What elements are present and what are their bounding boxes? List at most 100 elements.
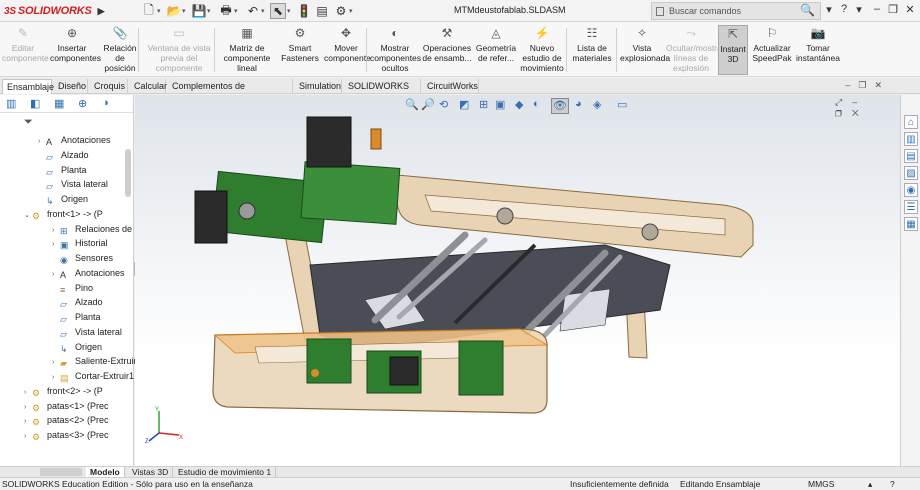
tab-dise-o[interactable]: Diseño xyxy=(54,79,88,94)
tab-circuitworks[interactable]: CircuitWorks xyxy=(423,79,479,94)
tree-item[interactable]: ▱ Alzado xyxy=(38,148,89,162)
tree-item[interactable]: › A Anotaciones xyxy=(38,133,111,147)
feature-manager-tab-icon[interactable]: ▥ xyxy=(6,97,16,110)
rebuild-icon[interactable]: 🚦 xyxy=(296,3,312,19)
new-document-icon[interactable]: 🗋 xyxy=(141,3,157,19)
cmd-geometria-referencia-button[interactable]: ◬ Geometría de refer... xyxy=(474,25,518,75)
tree-item[interactable]: ↳ Origen xyxy=(52,340,102,354)
dim-expert-tab-icon[interactable]: ⊕ xyxy=(78,97,87,110)
tree-item[interactable]: › ⊞ Relaciones de p xyxy=(52,222,140,236)
tree-item[interactable]: › ▰ Saliente-Extruir xyxy=(52,354,137,368)
cmd-matriz-componente-lineal-button[interactable]: ▦ Matriz de componente lineal xyxy=(218,25,276,75)
tree-item[interactable]: ⌄ ⚙ front<1> -> (P xyxy=(24,207,103,221)
solidworks-logo[interactable]: 3S SOLIDWORKS ▶ xyxy=(4,3,105,19)
tab-simulation[interactable]: Simulation xyxy=(295,79,342,94)
open-dropdown-icon[interactable]: ▾ xyxy=(182,7,188,15)
home-icon[interactable]: ⌂ xyxy=(904,115,918,129)
tree-item[interactable]: ◉ Sensores xyxy=(52,251,113,265)
origin-icon: ↳ xyxy=(46,196,54,206)
menu-arrow-icon[interactable]: ▶ xyxy=(98,6,105,17)
search-commands-field[interactable]: Buscar comandos 🔍 xyxy=(651,2,821,20)
cmd-nuevo-estudio-movimiento-button[interactable]: ⚡ Nuevo estudio de movimiento xyxy=(518,25,566,75)
tree-scrollbar[interactable] xyxy=(125,149,131,197)
tree-item[interactable]: ▱ Vista lateral xyxy=(38,177,108,191)
view-palette-icon[interactable]: ▦ xyxy=(904,217,918,231)
tab-solidworks-mbd[interactable]: SOLIDWORKS MBD xyxy=(344,79,421,105)
property-manager-tab-icon[interactable]: ◧ xyxy=(30,97,40,110)
file-properties-icon[interactable]: ▤ xyxy=(314,3,330,19)
restore-icon[interactable]: ❐ xyxy=(886,3,900,19)
print-icon[interactable]: 🖶 xyxy=(218,3,234,19)
design-library-icon[interactable]: ▤ xyxy=(904,149,918,163)
close-icon[interactable]: ✕ xyxy=(903,3,917,19)
tree-item[interactable]: › ▤ Cortar-Extruir1 xyxy=(52,369,134,383)
tab-ensamblaje[interactable]: Ensamblaje xyxy=(2,79,54,94)
cmd-label: Mover componente xyxy=(324,43,371,63)
tab-scroll-bar[interactable] xyxy=(40,468,82,476)
cmd-vista-previa-button[interactable]: ▭ Ventana de vista previa del componente xyxy=(142,25,216,75)
cmd-label: Lista de materiales xyxy=(572,43,612,63)
tree-item[interactable]: › ▣ Historial xyxy=(52,236,108,250)
tab-calcular[interactable]: Calcular xyxy=(130,79,167,94)
file-explorer-icon[interactable]: ▨ xyxy=(904,166,918,180)
tree-item[interactable]: › A Anotaciones xyxy=(52,266,125,280)
cmd-lista-materiales-button[interactable]: ☷ Lista de materiales xyxy=(570,25,614,75)
configuration-manager-tab-icon[interactable]: ▦ xyxy=(54,97,64,110)
status-help-icon[interactable]: ? xyxy=(890,479,895,490)
units-dropdown-icon[interactable]: ▴ xyxy=(868,479,872,490)
undo-dropdown-icon[interactable]: ▾ xyxy=(261,7,267,15)
undo-icon[interactable]: ↶ xyxy=(245,3,261,19)
search-icon[interactable]: 🔍 xyxy=(800,3,815,17)
cmd-label: Operaciones de ensamb... xyxy=(422,43,472,63)
tree-item[interactable]: › ⚙ patas<3> (Prec xyxy=(24,428,109,442)
tree-item[interactable]: ▱ Vista lateral xyxy=(52,325,122,339)
select-cursor-icon[interactable]: ⬉ xyxy=(270,3,286,19)
tree-item[interactable]: ▱ Planta xyxy=(38,163,87,177)
tab-croquis[interactable]: Croquis xyxy=(90,79,128,94)
cmd-vista-explosionada-button[interactable]: ✧ Vista explosionada xyxy=(620,25,670,75)
save-dropdown-icon[interactable]: ▾ xyxy=(207,7,213,15)
cmd-tomar-instantanea-button[interactable]: 📷 Tomar instantánea xyxy=(796,25,840,75)
search-scope-icon[interactable] xyxy=(656,7,664,16)
help-dropdown-icon[interactable]: ▾ xyxy=(852,3,866,19)
expand-chevron-icon[interactable]: › xyxy=(24,430,32,444)
tree-item[interactable]: › ⚙ patas<1> (Prec xyxy=(24,399,109,413)
expand-chevron-icon[interactable]: ⌄ xyxy=(24,209,32,223)
options-gear-icon[interactable]: ⚙ xyxy=(333,3,349,19)
tree-item[interactable]: › ⚙ front<2> -> (P xyxy=(24,384,103,398)
select-dropdown-icon[interactable]: ▾ xyxy=(287,7,293,15)
cmd-operaciones-ensamblaje-button[interactable]: ⚒ Operaciones de ensamb... xyxy=(422,25,472,75)
cmd-mover-componente-button[interactable]: ✥ Mover componente xyxy=(324,25,371,75)
custom-properties-icon[interactable]: ☰ xyxy=(904,200,918,214)
tree-item[interactable]: ≡ Pino xyxy=(52,281,93,295)
resources-icon[interactable]: ▥ xyxy=(904,132,918,146)
filter-icon[interactable]: ⏷ xyxy=(24,116,33,129)
cmd-mostrar-componentes-ocultos-button[interactable]: ◐ Mostrar componentes ocultos xyxy=(370,25,421,75)
cmd-instant-3d-button[interactable]: ⇱ Instant 3D xyxy=(718,25,748,75)
cmd-smart-fasteners-button[interactable]: ⚙ Smart Fasteners xyxy=(280,25,320,75)
unit-system[interactable]: MMGS xyxy=(808,479,834,490)
open-folder-icon[interactable]: 📂 xyxy=(166,3,182,19)
assembly-model[interactable] xyxy=(135,95,900,466)
options-dropdown-icon[interactable]: ▾ xyxy=(349,7,355,15)
display-manager-tab-icon[interactable]: ◑ xyxy=(102,97,109,109)
minimize-icon[interactable]: – xyxy=(870,3,884,19)
save-icon[interactable]: 💾 xyxy=(191,3,207,19)
tab-complementos-de-solidworks[interactable]: Complementos de SOLIDWORKS xyxy=(168,79,293,105)
tree-item[interactable]: › ⚙ patas<2> (Prec xyxy=(24,413,109,427)
tree-item[interactable]: ↳ Origen xyxy=(38,192,88,206)
tree-item[interactable]: ▱ Planta xyxy=(52,310,101,324)
cmd-insertar-componentes-button[interactable]: ⊕ Insertar componentes xyxy=(50,25,101,75)
help-icon[interactable]: ? xyxy=(837,3,851,19)
print-dropdown-icon[interactable]: ▾ xyxy=(234,7,240,15)
graphics-area[interactable]: 🔍 🔎 ⟲ ◩ ⊞ ▣ ◆ ◐ 👁 ◕ ◈ ▭ ⤢–❐✕ Y X Z xyxy=(135,95,900,466)
document-window-controls[interactable]: –❐✕ xyxy=(845,80,890,91)
cmd-relacion-de-posicion-button[interactable]: 📎 Relación de posición xyxy=(100,25,140,75)
cmd-ocultar-mostrar-croquis-button[interactable]: ⤳ Ocultar/mostrar líneas de explosión xyxy=(666,25,725,75)
new-dropdown-icon[interactable]: ▾ xyxy=(157,7,163,15)
cmd-editar-componente-button[interactable]: ✎ Editar componente xyxy=(2,25,49,75)
search-dropdown-icon[interactable]: ▾ xyxy=(822,3,836,19)
appearances-icon[interactable]: ◉ xyxy=(904,183,918,197)
cmd-actualizar-speedpak-button[interactable]: ⚐ Actualizar SpeedPak xyxy=(750,25,794,75)
tree-item[interactable]: ▱ Alzado xyxy=(52,295,103,309)
